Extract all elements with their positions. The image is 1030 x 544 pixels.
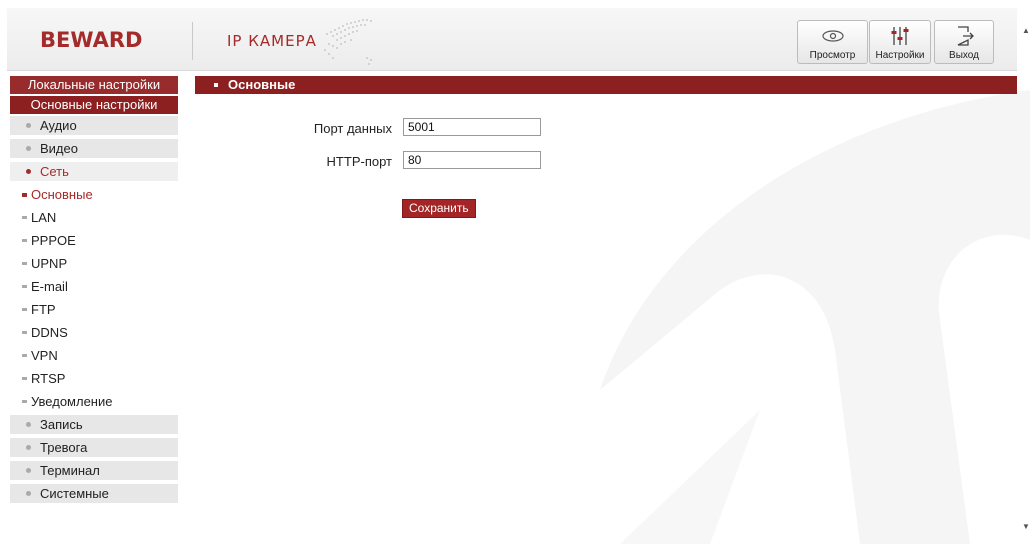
data-port-input[interactable] [403, 118, 541, 136]
bullet-icon [26, 169, 31, 175]
settings-button-label: Настройки [875, 50, 925, 61]
square-bullet-icon [214, 82, 218, 87]
subitem-notification[interactable]: Уведомление [10, 392, 178, 411]
square-bullet-icon [22, 239, 27, 243]
subitem-label: FTP [31, 302, 56, 317]
world-map-decoration [324, 19, 372, 65]
header-divider [192, 22, 193, 60]
sidebar-item-audio[interactable]: Аудио [10, 116, 178, 135]
data-port-label: Порт данных [313, 121, 392, 136]
bullet-icon [26, 491, 31, 497]
sidebar-item-label: Аудио [40, 118, 77, 133]
subitem-email[interactable]: E-mail [10, 277, 178, 296]
subitem-ftp[interactable]: FTP [10, 300, 178, 319]
sliders-icon [891, 27, 909, 45]
exit-icon [957, 26, 974, 46]
sidebar-local-settings[interactable]: Локальные настройки [10, 76, 178, 94]
square-bullet-icon [22, 262, 27, 266]
subitem-ddns[interactable]: DDNS [10, 323, 178, 342]
exit-button[interactable]: Выход [934, 20, 994, 64]
subitem-label: RTSP [31, 371, 66, 386]
subitem-lan[interactable]: LAN [10, 208, 178, 227]
subitem-label: Уведомление [31, 394, 113, 409]
subitem-label: E-mail [31, 279, 68, 294]
settings-button[interactable]: Настройки [869, 20, 931, 64]
subitem-vpn[interactable]: VPN [10, 346, 178, 365]
subitem-label: DDNS [31, 325, 68, 340]
bullet-icon [26, 468, 31, 474]
header-bar: BEWARD IP КАМЕРА Просмотр Настройки Выхо… [7, 8, 1017, 71]
subitem-label: PPPOE [31, 233, 76, 248]
sidebar-basic-settings[interactable]: Основные настройки [10, 96, 178, 114]
square-bullet-icon [22, 377, 27, 381]
subitem-basic[interactable]: Основные [10, 185, 178, 204]
watermark-logo [600, 90, 1030, 544]
square-bullet-icon [22, 216, 27, 220]
subitem-label: LAN [31, 210, 57, 225]
beward-logo: BEWARD [40, 28, 143, 52]
sidebar-item-label: Запись [40, 417, 83, 432]
section-title: Основные [228, 77, 296, 92]
sidebar-item-terminal[interactable]: Терминал [10, 461, 178, 480]
subitem-upnp[interactable]: UPNP [10, 254, 178, 273]
sidebar-item-alarm[interactable]: Тревога [10, 438, 178, 457]
square-bullet-icon [22, 354, 27, 358]
subitem-label: UPNP [31, 256, 68, 271]
sidebar-item-label: Системные [40, 486, 109, 501]
sidebar: Локальные настройки Основные настройки А… [10, 76, 178, 507]
bullet-icon [26, 123, 31, 129]
sidebar-item-label: Терминал [40, 463, 100, 478]
sidebar-item-label: Тревога [40, 440, 88, 455]
camera-title: IP КАМЕРА [227, 32, 317, 50]
square-bullet-icon [22, 285, 27, 289]
window-top-strip [0, 0, 1030, 8]
bullet-icon [26, 422, 31, 428]
exit-button-label: Выход [949, 50, 979, 61]
subitem-rtsp[interactable]: RTSP [10, 369, 178, 388]
view-button-label: Просмотр [809, 50, 856, 61]
sidebar-item-label: Видео [40, 141, 78, 156]
subitem-label: VPN [31, 348, 58, 363]
subitem-label: Основные [31, 187, 93, 202]
eye-icon [821, 30, 844, 42]
scroll-up-arrow-icon[interactable]: ▲ [1022, 26, 1030, 35]
square-bullet-icon [22, 308, 27, 312]
section-header: Основные [195, 76, 1017, 94]
bullet-icon [26, 445, 31, 451]
bullet-icon [26, 146, 31, 152]
http-port-label: HTTP-порт [326, 154, 392, 169]
sidebar-item-record[interactable]: Запись [10, 415, 178, 434]
square-bullet-icon [22, 331, 27, 335]
sidebar-item-video[interactable]: Видео [10, 139, 178, 158]
view-button[interactable]: Просмотр [797, 20, 868, 64]
save-button[interactable]: Сохранить [402, 199, 476, 218]
square-bullet-icon [22, 400, 27, 404]
sidebar-item-network[interactable]: Сеть [10, 162, 178, 181]
subitem-pppoe[interactable]: PPPOE [10, 231, 178, 250]
sidebar-item-label: Сеть [40, 164, 69, 179]
sidebar-item-system[interactable]: Системные [10, 484, 178, 503]
square-bullet-icon [22, 192, 27, 197]
http-port-input[interactable] [403, 151, 541, 169]
